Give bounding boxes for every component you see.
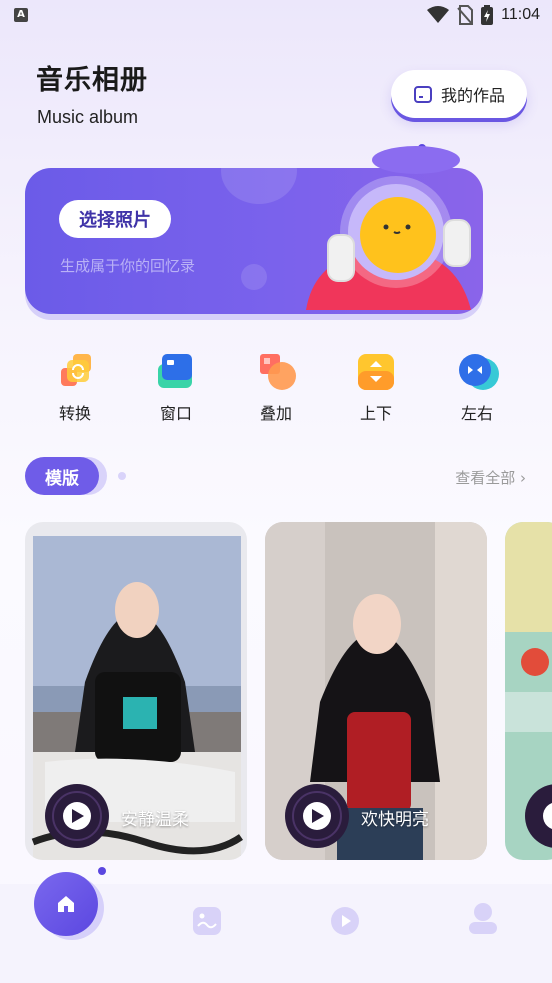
feature-overlay[interactable]: 叠加 — [236, 352, 316, 424]
notification-icon: A — [14, 8, 28, 22]
feature-label: 窗口 — [159, 404, 192, 423]
left-right-icon — [459, 354, 499, 390]
profile-icon[interactable] — [468, 902, 498, 936]
view-all-link[interactable]: 查看全部 › — [455, 467, 526, 488]
play-disc-icon[interactable] — [285, 784, 349, 848]
decor-dot — [118, 472, 126, 480]
convert-icon — [61, 354, 91, 386]
window-icon — [158, 354, 192, 388]
no-sim-icon — [457, 5, 474, 25]
feature-left-right[interactable]: 左右 — [437, 352, 517, 424]
my-works-label: 我的作品 — [440, 86, 505, 105]
template-card[interactable]: 欢快明亮 — [265, 522, 487, 860]
template-title: 安静温柔 — [121, 810, 189, 830]
gallery-icon[interactable] — [192, 906, 222, 936]
play-disc-icon[interactable] — [45, 784, 109, 848]
template-card[interactable] — [505, 522, 552, 860]
status-time: 11:04 — [501, 6, 540, 23]
folder-icon — [413, 86, 432, 103]
up-down-icon — [358, 354, 394, 390]
mascot-illustration — [306, 146, 471, 310]
wifi-icon — [427, 6, 450, 23]
home-tab-button[interactable] — [34, 872, 98, 936]
video-icon[interactable] — [330, 906, 360, 936]
templates-tab[interactable]: 模版 — [25, 457, 99, 495]
my-works-button[interactable]: 我的作品 — [391, 70, 527, 118]
feature-window[interactable]: 窗口 — [136, 352, 216, 424]
home-icon — [58, 896, 74, 912]
status-bar: A 11:04 — [0, 0, 552, 32]
battery-icon — [481, 5, 494, 25]
feature-convert[interactable]: 转换 — [35, 352, 115, 424]
feature-label: 叠加 — [259, 404, 292, 423]
feature-label: 转换 — [58, 404, 91, 423]
banner-subtitle: 生成属于你的回忆录 — [60, 257, 196, 275]
feature-label: 上下 — [359, 404, 392, 423]
feature-row: 转换 窗口 叠加 上下 左右 — [25, 352, 525, 432]
feature-label: 左右 — [460, 404, 493, 423]
banner-bubble — [221, 168, 297, 204]
decor-dot — [98, 867, 106, 875]
banner-bubble — [241, 264, 267, 290]
template-card[interactable]: 安静温柔 — [25, 522, 247, 860]
page-subtitle: Music album — [37, 107, 139, 127]
play-disc-icon[interactable] — [525, 784, 552, 848]
select-photo-button[interactable]: 选择照片 — [59, 200, 171, 238]
template-title: 欢快明亮 — [361, 810, 429, 830]
feature-up-down[interactable]: 上下 — [336, 352, 416, 424]
page-title: 音乐相册 — [36, 65, 148, 96]
overlay-icon — [260, 354, 296, 390]
